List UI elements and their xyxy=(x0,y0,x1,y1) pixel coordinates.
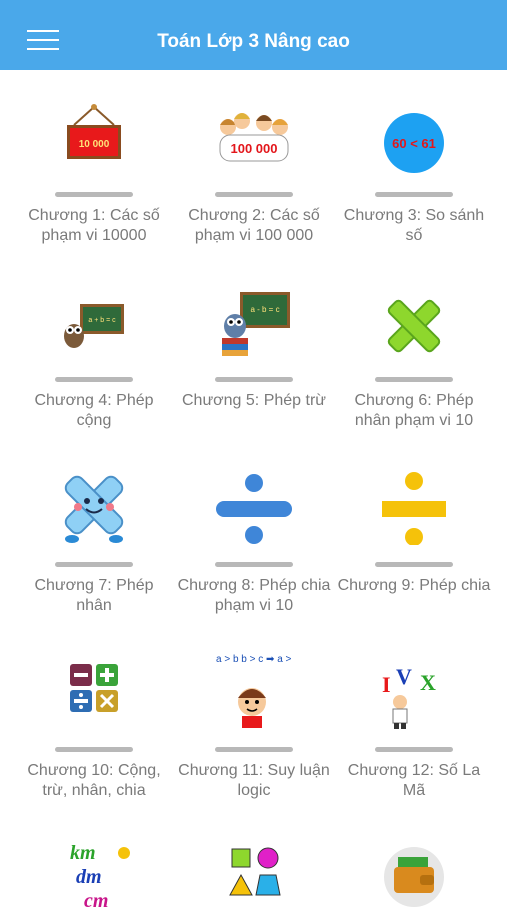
shapes-icon xyxy=(229,847,281,896)
four-operations-icon xyxy=(70,664,118,712)
svg-text:100 000: 100 000 xyxy=(231,141,278,156)
chapter-label: Chương 8: Phép chia phạm vi 10 xyxy=(177,577,331,614)
cartoon-times-icon xyxy=(64,475,124,543)
svg-text:60 < 61: 60 < 61 xyxy=(392,136,436,151)
svg-text:a + b = c: a + b = c xyxy=(88,317,116,324)
svg-text:km: km xyxy=(70,842,96,864)
chapter-divider xyxy=(55,562,133,567)
chapter-divider xyxy=(215,747,293,752)
owl-board-plus-icon: a + b = c xyxy=(64,304,124,348)
svg-text:a - b = c: a - b = c xyxy=(250,305,279,314)
chapter-divider xyxy=(215,562,293,567)
yellow-divide-icon xyxy=(382,472,446,545)
chapter-divider xyxy=(375,192,453,197)
chapter-label: Chương 1: Các số phạm vi 10000 xyxy=(28,207,160,244)
page-title: Toán Lớp 3 Nâng cao xyxy=(157,31,350,52)
svg-text:a > b b > c ➡ a > c: a > b b > c ➡ a > c xyxy=(216,654,294,665)
chapter-divider xyxy=(375,747,453,752)
logic-boy-icon: a > b b > c ➡ a > c xyxy=(216,654,294,728)
chapter-label: Chương 9: Phép chia xyxy=(337,577,491,594)
chapter-divider xyxy=(55,192,133,197)
roman-numerals-icon: V I X xyxy=(382,664,436,729)
chapter-divider xyxy=(375,562,453,567)
chapter-label: Chương 2: Các số phạm vi 100 000 xyxy=(188,207,320,244)
blue-divide-icon xyxy=(216,474,292,544)
chapter-label: Chương 3: So sánh số xyxy=(343,207,485,244)
chapter-divider xyxy=(215,192,293,197)
svg-text:10 000: 10 000 xyxy=(79,139,110,150)
chapter-divider xyxy=(215,377,293,382)
chapter-label: Chương 4: Phép cộng xyxy=(34,392,154,429)
chapter-label: Chương 5: Phép trừ xyxy=(182,392,326,409)
svg-text:dm: dm xyxy=(76,866,102,888)
km-dm-units-icon: km dm cm xyxy=(70,842,130,912)
app-header: Toán Lớp 3 Nâng cao xyxy=(0,0,507,70)
chapter-divider xyxy=(55,747,133,752)
wallet-money-icon xyxy=(384,847,444,907)
svg-text:I: I xyxy=(382,672,391,697)
chapter-label: Chương 10: Cộng, trừ, nhân, chia xyxy=(27,762,161,799)
compare-60-61-icon: 60 < 61 xyxy=(384,113,444,173)
svg-text:cm: cm xyxy=(84,890,108,912)
chapter-label: Chương 11: Suy luận logic xyxy=(178,762,330,799)
chapter-label: Chương 12: Số La Mã xyxy=(347,762,481,799)
green-times-icon xyxy=(387,299,441,353)
svg-text:X: X xyxy=(420,670,436,695)
chapter-divider xyxy=(375,377,453,382)
svg-text:V: V xyxy=(396,664,412,689)
chapter-label: Chương 7: Phép nhân xyxy=(34,577,154,614)
chapter-divider xyxy=(55,377,133,382)
kids-100000-sign-icon: 100 000 xyxy=(219,113,289,162)
sign-10000-icon: 10 000 xyxy=(67,104,121,159)
owl-board-minus-icon: a - b = c xyxy=(222,292,290,356)
chapter-label: Chương 6: Phép nhân phạm vi 10 xyxy=(354,392,474,429)
